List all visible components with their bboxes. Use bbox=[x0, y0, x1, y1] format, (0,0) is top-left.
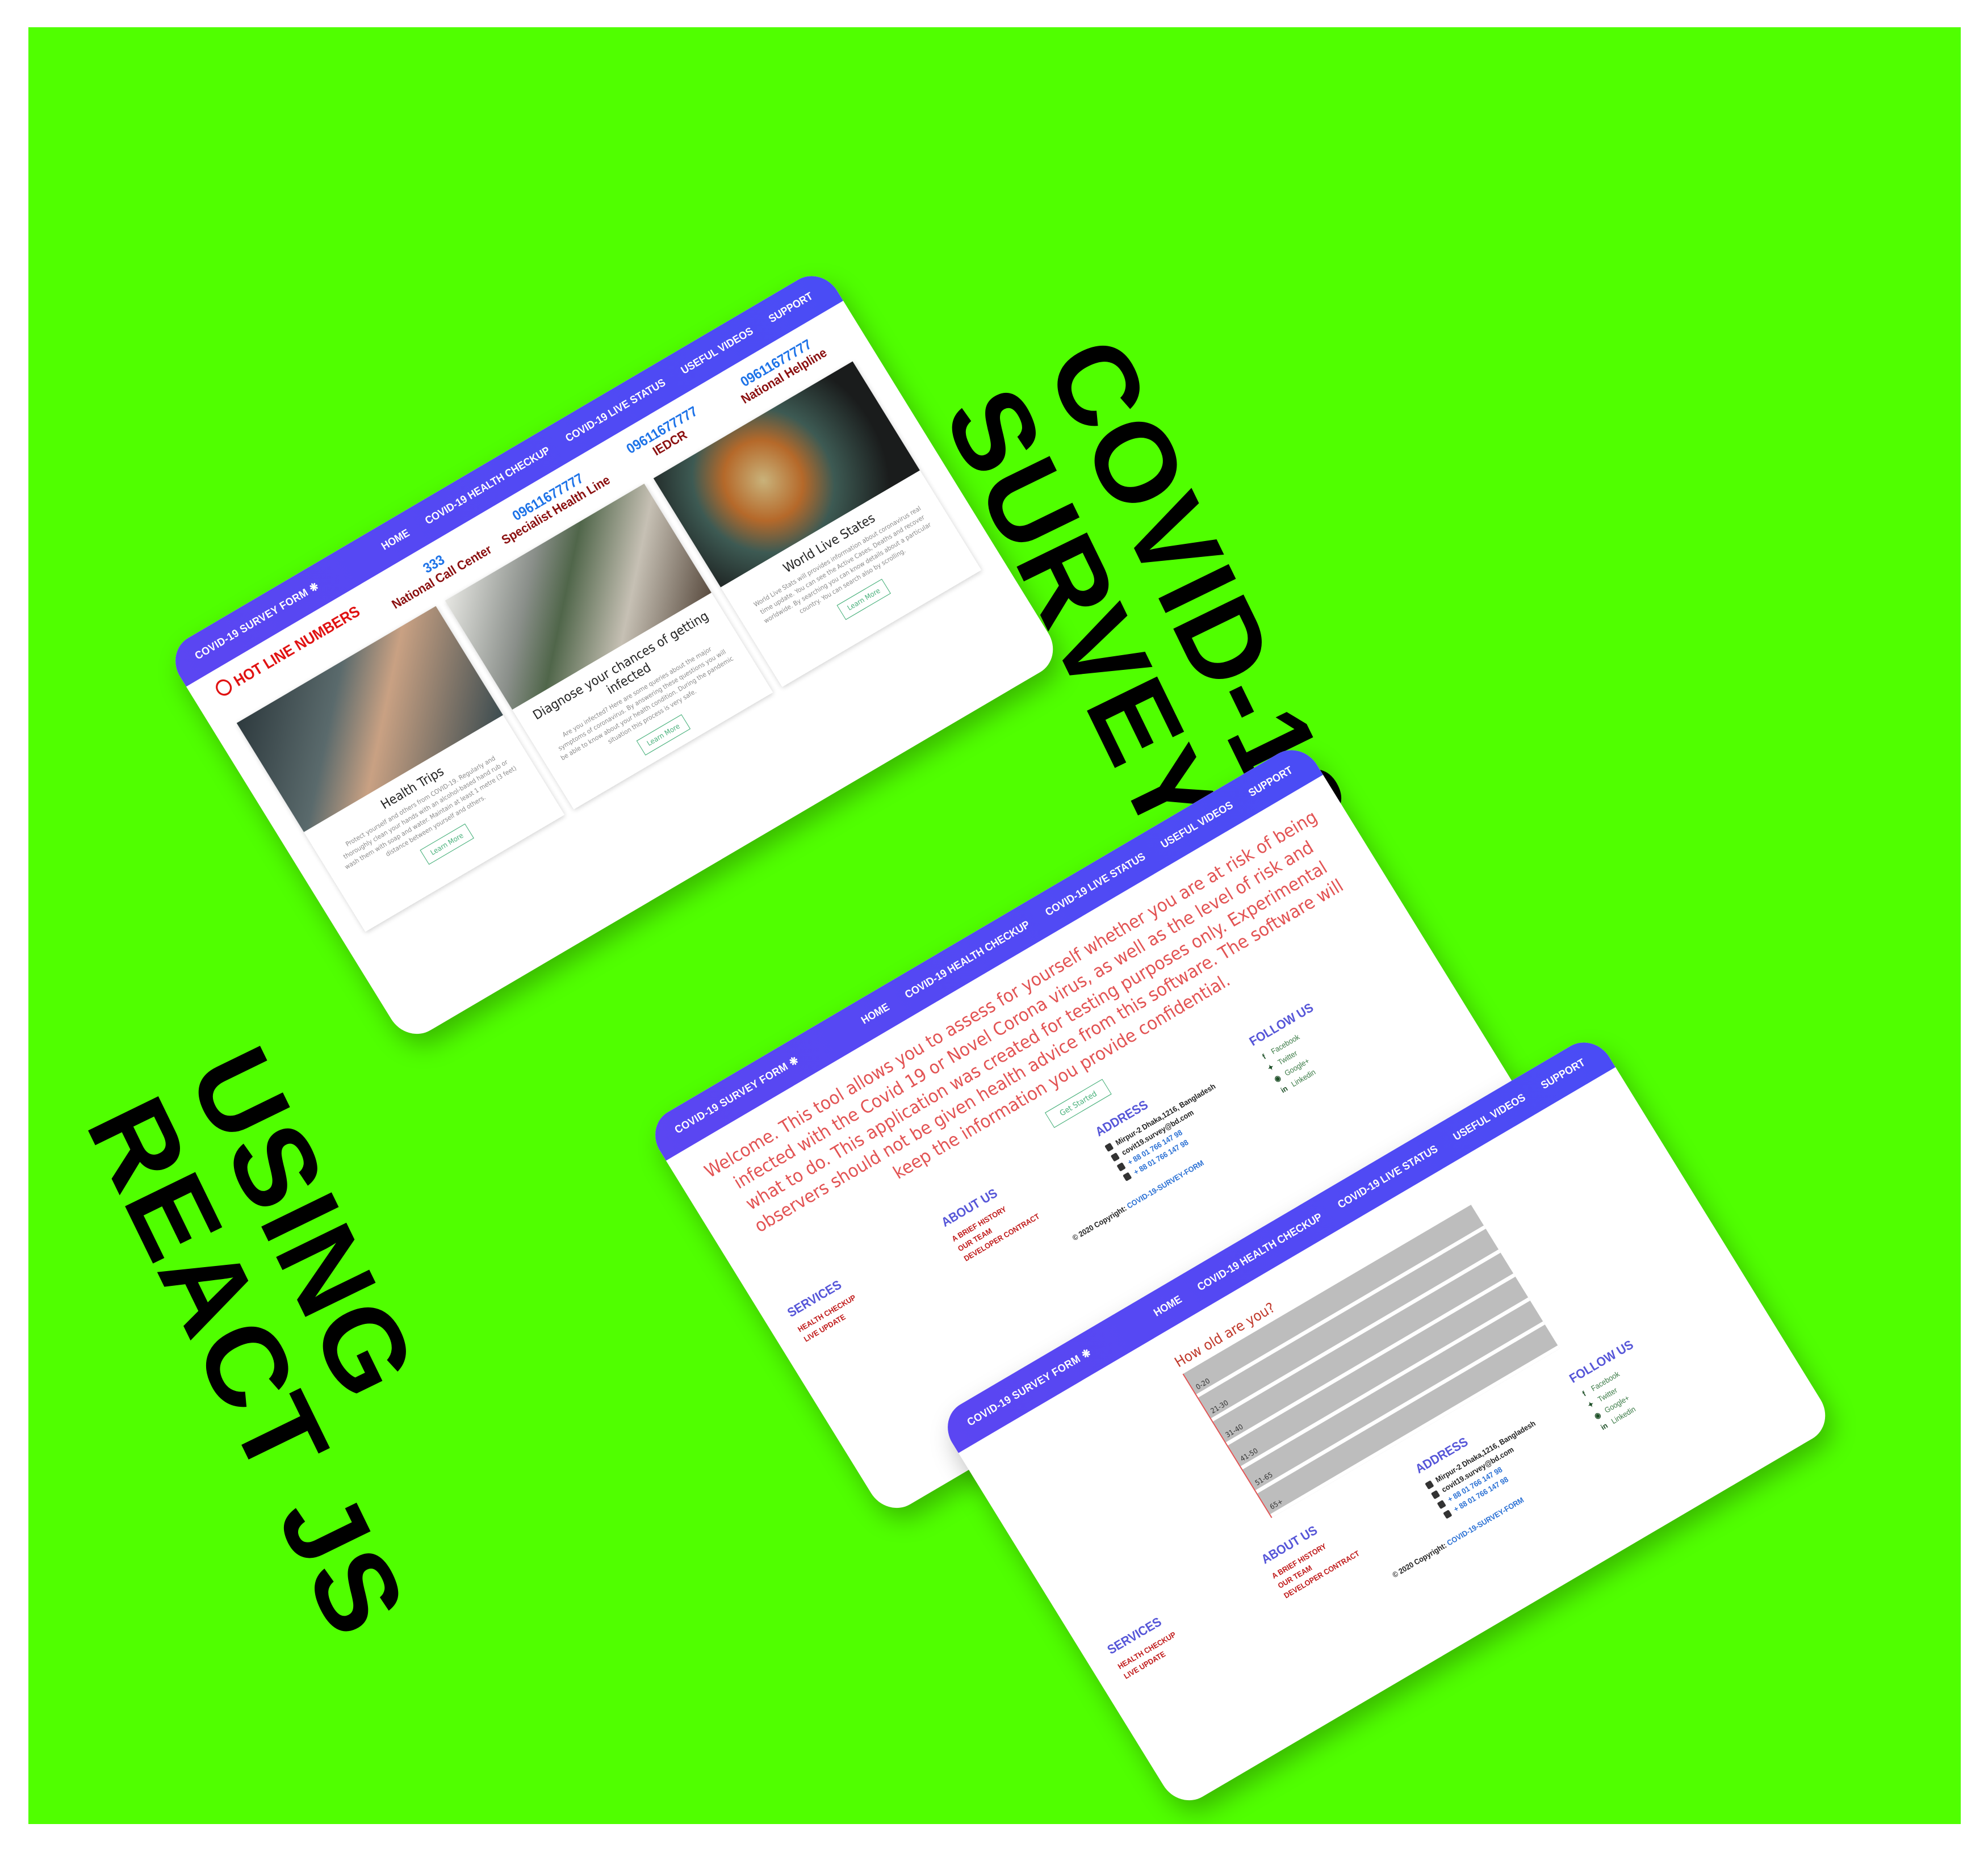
poster-canvas: COVID-19 SURVEY FORM USING REACT JS COVI… bbox=[28, 27, 1961, 1824]
mockup-home: COVID-19 SURVEY FORM❋ HOME COVID-19 HEAL… bbox=[165, 266, 1064, 1045]
nav-support[interactable]: SUPPORT bbox=[1539, 1057, 1588, 1092]
poster-subtitle: USING REACT JS bbox=[63, 1029, 526, 1655]
virus-icon: ❋ bbox=[1079, 1346, 1094, 1361]
nav-home[interactable]: HOME bbox=[859, 1001, 892, 1027]
virus-icon: ❋ bbox=[307, 580, 321, 595]
phone-icon bbox=[212, 676, 235, 699]
virus-icon: ❋ bbox=[786, 1054, 801, 1069]
nav-support[interactable]: SUPPORT bbox=[1246, 764, 1295, 800]
nav-home[interactable]: HOME bbox=[379, 527, 412, 553]
nav-home[interactable]: HOME bbox=[1152, 1293, 1185, 1319]
nav-support[interactable]: SUPPORT bbox=[767, 290, 815, 326]
